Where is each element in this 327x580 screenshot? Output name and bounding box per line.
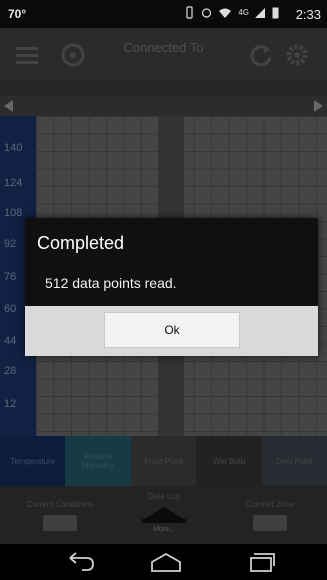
alarm-icon (202, 8, 212, 18)
system-nav-bar (0, 544, 327, 580)
battery-icon (272, 7, 279, 19)
app-screen: 70° 4G 2:33 Connected To 140 124 108 92 … (0, 0, 327, 580)
wifi-icon (219, 8, 232, 18)
ok-button[interactable]: Ok (104, 312, 240, 348)
status-bar: 70° 4G 2:33 (0, 0, 327, 28)
back-icon[interactable] (60, 550, 100, 574)
status-temperature: 70° (8, 7, 27, 21)
home-icon[interactable] (146, 550, 186, 574)
vibrate-icon (186, 6, 193, 19)
signal-icon (255, 8, 265, 18)
dialog-message: 512 data points read. (45, 275, 177, 291)
recent-apps-icon[interactable] (240, 550, 280, 574)
dialog-footer: Ok (25, 306, 318, 356)
dialog-title: Completed (37, 233, 125, 253)
status-time: 2:33 (295, 7, 321, 22)
status-icons: 4G (184, 6, 279, 19)
completed-dialog: Completed 512 data points read. Ok (25, 218, 318, 356)
network-type: 4G (238, 8, 249, 17)
